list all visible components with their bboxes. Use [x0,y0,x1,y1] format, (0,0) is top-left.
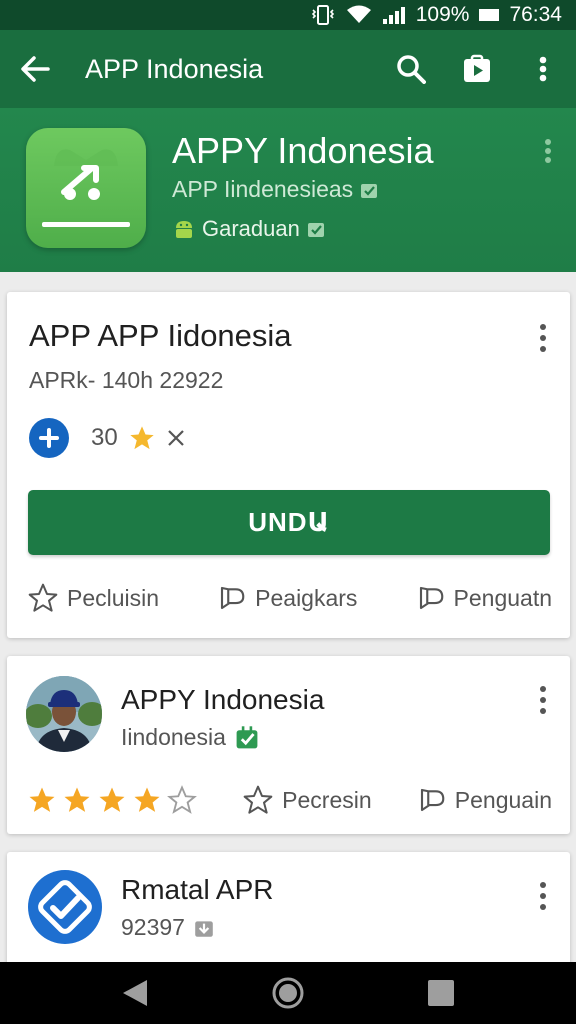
play-store-icon [464,54,490,82]
verified-icon [307,223,324,237]
action-rate-label: Pecresin [282,786,372,813]
header-more-button[interactable] [544,138,552,169]
action-share-label: Penguain [454,786,552,813]
search-button[interactable] [378,30,444,108]
star-outline-icon [28,583,58,612]
status-bar: 109% 76:34 [0,0,576,30]
rating-row: 30 [29,418,186,458]
vibrate-icon [310,5,336,25]
more-vert-icon [545,139,551,163]
android-icon [176,221,192,238]
download-icon [195,920,213,937]
app-developer[interactable]: APP Iindenesieas [172,176,379,203]
more-dot [540,686,546,692]
nav-home-icon[interactable] [271,976,305,1010]
action-share[interactable]: Peaigkars [217,583,357,613]
rating-value: 30 [91,424,118,451]
app-header: APPY Indonesia APP Iindenesieas Garaduan [0,108,576,272]
wifi-icon [346,5,372,25]
share-icon [420,788,445,812]
app-name: APPY Indonesia [172,130,434,171]
signal-icon [382,5,406,25]
more-dot [540,904,546,910]
arrow-back-icon [21,56,50,82]
more-dot [540,346,546,352]
avatar[interactable] [26,676,102,752]
back-button[interactable] [0,30,70,108]
card-more-button[interactable] [540,324,546,352]
action-share-label: Peaigkars [255,584,358,611]
review-card: APPY Indonesia Iindonesia Pecresin Pengu… [7,656,570,834]
card-subtitle: APRk- 140h 22922 [29,367,224,393]
install-button[interactable]: UNDԱ [28,490,550,555]
more-dot [540,335,546,341]
share-icon [221,586,245,610]
related-app-subtitle: 92397 [121,914,215,941]
close-icon[interactable] [166,428,186,448]
app-logo [26,868,104,946]
star-rating [27,785,197,815]
verified-icon [361,183,378,198]
nav-back-icon[interactable] [121,978,149,1008]
review-title: APPY Indonesia [121,684,325,715]
star-filled-icon [64,787,90,812]
share-icon [419,586,443,610]
system-nav-bar [0,962,576,1024]
verified-icon [236,725,258,748]
add-button[interactable] [29,418,69,458]
action-flag[interactable]: Penguatn [416,583,552,613]
review-subtitle-label: Iindonesia [121,724,226,750]
play-store-button[interactable] [444,30,510,108]
action-wishlist-label: Pecluisin [67,584,160,611]
action-wishlist[interactable]: Pecluisin [27,582,159,614]
battery-percent: 109% [415,3,470,26]
star-empty-icon [167,785,197,814]
more-dot [540,882,546,888]
battery-icon [479,9,500,21]
action-share[interactable]: Penguain [417,785,552,815]
app-detail-card: APP APP Iidonesia APRk- 140h 22922 30 UN… [7,292,570,638]
action-flag-label: Penguatn [453,584,552,611]
star-filled-icon [29,787,55,812]
more-dot [540,893,546,899]
search-icon [397,55,426,84]
nav-recents-icon[interactable] [427,979,455,1007]
more-vert-icon [539,56,547,82]
review-more-button[interactable] [540,686,546,714]
more-dot [540,697,546,703]
card-title: APP APP Iidonesia [29,318,292,353]
star-filled-icon [99,787,125,812]
more-dot [540,708,546,714]
review-subtitle: Iindonesia [121,724,260,751]
card-actions: Pecluisin Peaigkars Penguatn [27,582,552,614]
app-icon [26,128,146,248]
action-rate[interactable]: Pecresin [242,784,372,816]
plus-icon [39,428,59,448]
app-toolbar: APP Indonesia [0,30,576,108]
toolbar-title: APP Indonesia [85,53,264,84]
overflow-menu-button[interactable] [510,30,576,108]
clock: 76:34 [509,3,562,26]
app-category-label: Garaduan [202,216,300,241]
related-more-button[interactable] [540,882,546,910]
star-outline-icon [243,785,273,814]
review-footer: Pecresin Penguain [27,784,552,816]
more-dot [540,324,546,330]
related-app-title: Rmatal APR [121,874,274,905]
app-developer-label: APP Iindenesieas [172,176,354,202]
app-category[interactable]: Garaduan [172,216,326,242]
related-app-subtitle-label: 92397 [121,914,185,940]
star-icon [130,426,154,450]
star-filled-icon [134,787,160,812]
